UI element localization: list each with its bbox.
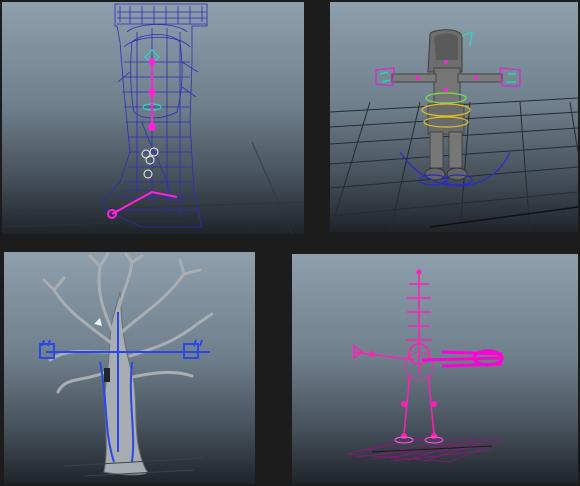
small-markers	[94, 318, 102, 326]
character-rig-scene	[330, 29, 578, 232]
viewport-skeleton-rig[interactable]	[292, 254, 578, 484]
boot-rig-scene	[2, 3, 304, 234]
skeleton-rig-scene	[346, 269, 504, 463]
right-arm-chain	[421, 349, 504, 368]
spine-chain	[403, 272, 435, 435]
trunk-marker	[104, 368, 110, 382]
grid-axis	[429, 206, 578, 228]
tree-rig-scene	[39, 252, 214, 477]
boot-wireframe	[101, 3, 208, 228]
locators	[141, 147, 159, 179]
viewport-tree-rig[interactable]	[4, 252, 255, 484]
grid-axis	[371, 445, 493, 453]
viewport-boot-rig[interactable]	[2, 2, 304, 234]
character-body	[391, 29, 503, 181]
viewport-character-rig[interactable]	[330, 2, 578, 232]
left-arm-chain	[353, 344, 415, 361]
ground-grid	[346, 437, 503, 463]
